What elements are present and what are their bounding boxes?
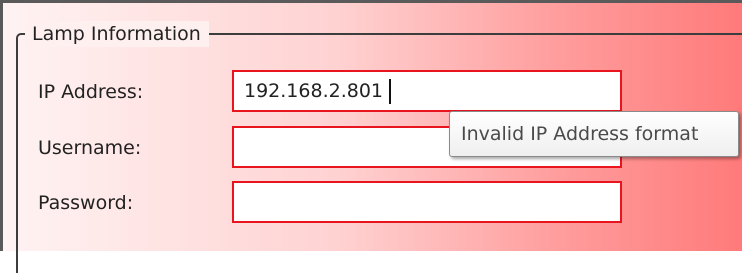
- password-input[interactable]: [232, 181, 622, 223]
- validation-tooltip: Invalid IP Address format: [449, 111, 739, 157]
- ip-address-input[interactable]: [232, 70, 622, 112]
- password-label: Password:: [38, 192, 134, 214]
- groupbox-title: Lamp Information: [25, 21, 209, 47]
- text-caret: [389, 79, 391, 104]
- username-label: Username:: [38, 137, 142, 159]
- lamp-info-panel: Lamp Information IP Address: Username: P…: [0, 0, 742, 273]
- ip-address-label: IP Address:: [38, 81, 144, 103]
